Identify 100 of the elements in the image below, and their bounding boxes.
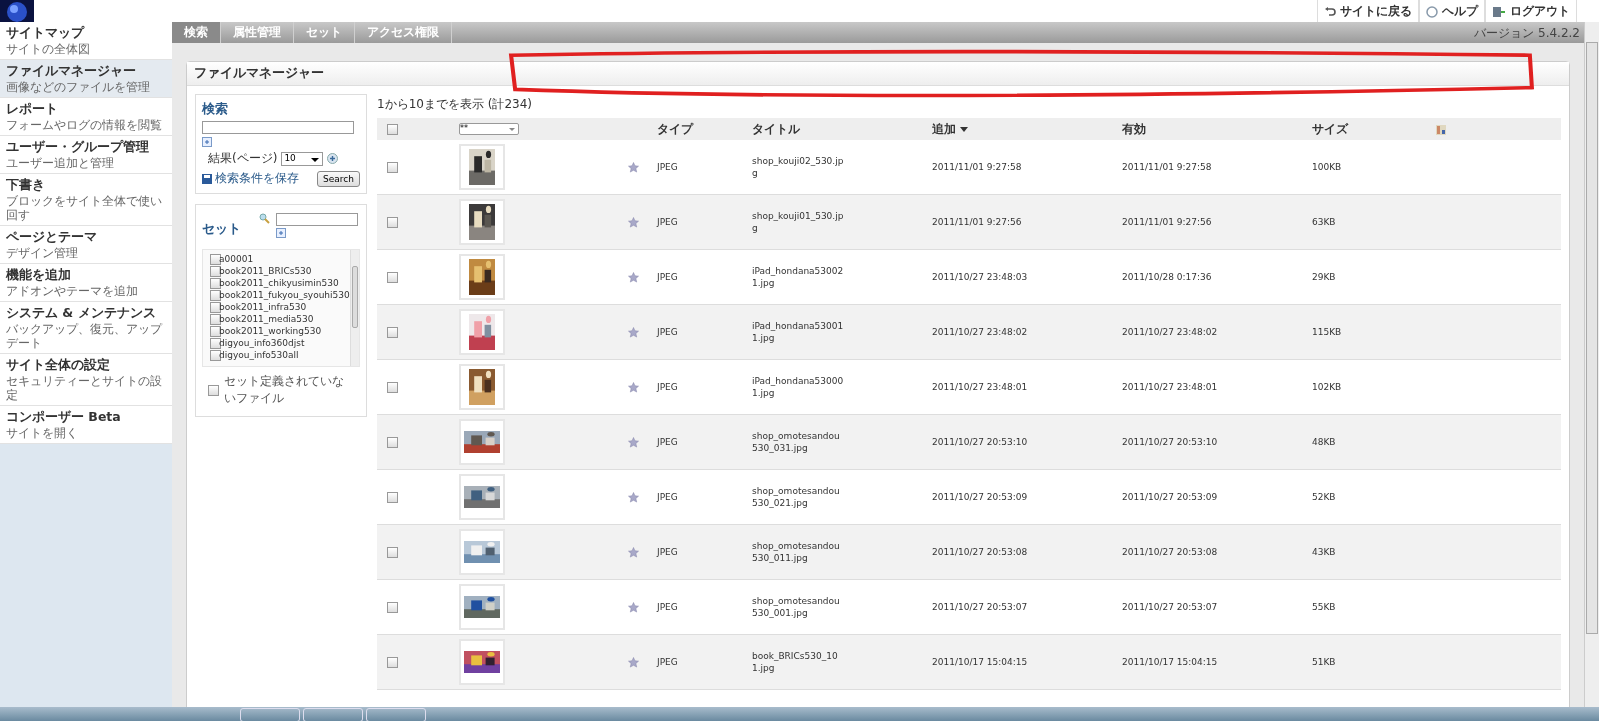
table-cell: JPEG bbox=[657, 437, 678, 447]
search-button[interactable]: Search bbox=[317, 170, 360, 187]
sidebar-item[interactable]: ユーザー・グループ管理 ユーザー追加と管理 bbox=[0, 136, 172, 174]
sidebar-item[interactable]: システム & メンテナンス バックアップ、復元、アップデート bbox=[0, 302, 172, 354]
filter-select[interactable]: ** bbox=[459, 123, 519, 135]
result-summary: 1から10までを表示 (計234) bbox=[377, 96, 533, 113]
table-cell-text: shop_omotesandou530_031.jpg bbox=[752, 430, 841, 454]
column-header[interactable]: タイトル bbox=[752, 120, 800, 138]
add-icon[interactable] bbox=[327, 153, 339, 164]
checkbox[interactable] bbox=[387, 546, 398, 558]
set-name: book2011_media530 bbox=[219, 314, 314, 324]
checkbox[interactable] bbox=[387, 326, 398, 338]
table-cell: 29KB bbox=[1312, 272, 1336, 282]
table-cell: 2011/10/27 20:53:08 bbox=[1122, 547, 1218, 557]
star-icon[interactable] bbox=[628, 161, 639, 173]
table-cell: shop_kouji02_530.jpg bbox=[752, 155, 844, 179]
sidebar-item[interactable]: サイトマップ サイトの全体図 bbox=[0, 22, 172, 60]
set-name: book2011_BRICs530 bbox=[219, 266, 312, 276]
sidebar-item[interactable]: レポート フォームやログの情報を閲覧 bbox=[0, 98, 172, 136]
star-icon[interactable] bbox=[628, 381, 639, 393]
add-field-icon[interactable] bbox=[202, 137, 212, 147]
star-icon[interactable] bbox=[628, 601, 639, 613]
column-header[interactable]: タイプ bbox=[657, 120, 693, 138]
table-cell: 2011/10/27 23:48:03 bbox=[932, 272, 1028, 282]
table-cell: 2011/11/01 9:27:56 bbox=[932, 217, 1022, 227]
select-all-checkbox[interactable] bbox=[387, 123, 398, 135]
add-field-icon[interactable] bbox=[276, 228, 286, 238]
sets-filter-field[interactable] bbox=[276, 213, 358, 226]
sidebar-item[interactable]: 機能を追加 アドオンやテーマを追加 bbox=[0, 264, 172, 302]
set-name: book2011_fukyou_syouhi530 bbox=[219, 290, 350, 300]
search-icon bbox=[259, 213, 270, 224]
checkbox[interactable] bbox=[387, 436, 398, 448]
checkbox[interactable] bbox=[387, 656, 398, 668]
table-cell: JPEG bbox=[657, 602, 678, 612]
table-cell: 2011/10/27 20:53:10 bbox=[1122, 437, 1218, 447]
checkbox[interactable] bbox=[387, 216, 398, 228]
per-page-select[interactable]: 10 bbox=[281, 151, 324, 166]
checkbox[interactable] bbox=[210, 253, 221, 265]
unassigned-label: セット定義されていないファイル bbox=[224, 373, 345, 407]
table-cell: 2011/11/01 9:27:58 bbox=[1122, 162, 1212, 172]
scrollbar[interactable] bbox=[349, 250, 359, 366]
checkbox[interactable] bbox=[387, 491, 398, 503]
table-cell: JPEG bbox=[657, 217, 678, 227]
set-name: book2011_working530 bbox=[219, 326, 322, 336]
checkbox[interactable] bbox=[210, 325, 221, 337]
taskbar-button[interactable] bbox=[303, 708, 363, 721]
table-cell: iPad_hondana530021.jpg bbox=[752, 265, 844, 289]
checkbox[interactable] bbox=[210, 313, 221, 325]
search-field[interactable] bbox=[202, 121, 354, 134]
header-link[interactable]: ヘルプ bbox=[1419, 0, 1485, 23]
star-icon[interactable] bbox=[628, 271, 639, 283]
header-link[interactable]: ログアウト bbox=[1485, 0, 1577, 23]
checkbox[interactable] bbox=[210, 349, 221, 361]
table-cell: 52KB bbox=[1312, 492, 1336, 502]
checkbox[interactable] bbox=[387, 381, 398, 393]
table-cell: 2011/10/27 20:53:09 bbox=[1122, 492, 1218, 502]
table-cell: 100KB bbox=[1312, 162, 1342, 172]
checkbox[interactable] bbox=[387, 601, 398, 613]
set-name: digyou_info360djst bbox=[219, 338, 305, 348]
table-cell: JPEG bbox=[657, 547, 678, 557]
star-icon[interactable] bbox=[628, 546, 639, 558]
table-cell: JPEG bbox=[657, 382, 678, 392]
checkbox[interactable] bbox=[208, 384, 219, 396]
checkbox[interactable] bbox=[210, 289, 221, 301]
sidebar-item[interactable]: コンポーザー Beta サイトを開く bbox=[0, 406, 172, 444]
sidebar-item[interactable]: ページとテーマ デザイン管理 bbox=[0, 226, 172, 264]
checkbox[interactable] bbox=[210, 301, 221, 313]
checkbox[interactable] bbox=[387, 161, 398, 173]
return-arrow-icon bbox=[1324, 5, 1336, 18]
star-icon[interactable] bbox=[628, 216, 639, 228]
sort-down-icon bbox=[960, 126, 968, 132]
checkbox[interactable] bbox=[210, 277, 221, 289]
version-text: バージョン 5.4.2.2 bbox=[1474, 25, 1580, 42]
star-icon[interactable] bbox=[628, 436, 639, 448]
column-header[interactable]: サイズ bbox=[1312, 120, 1348, 138]
table-cell: iPad_hondana530011.jpg bbox=[752, 320, 844, 344]
sidebar-item[interactable]: 下書き ブロックをサイト全体で使い回す bbox=[0, 174, 172, 226]
checkbox[interactable] bbox=[210, 337, 221, 349]
table-cell: 115KB bbox=[1312, 327, 1342, 337]
column-header[interactable]: 追加 bbox=[932, 120, 956, 138]
star-icon[interactable] bbox=[628, 326, 639, 338]
checkbox[interactable] bbox=[387, 271, 398, 283]
door-icon bbox=[1492, 5, 1506, 18]
header-link[interactable]: サイトに戻る bbox=[1317, 0, 1419, 23]
page-scrollbar[interactable] bbox=[1584, 22, 1599, 707]
star-icon[interactable] bbox=[628, 656, 639, 668]
table-cell: 2011/10/28 0:17:36 bbox=[1122, 272, 1212, 282]
taskbar-button[interactable] bbox=[240, 708, 300, 721]
column-header[interactable]: 有効 bbox=[1122, 120, 1146, 138]
star-icon[interactable] bbox=[628, 491, 639, 503]
save-search-link[interactable]: 検索条件を保存 bbox=[202, 170, 299, 187]
columns-icon[interactable] bbox=[1436, 124, 1446, 135]
table-cell-text: shop_omotesandou530_011.jpg bbox=[752, 540, 841, 564]
table-cell: 43KB bbox=[1312, 547, 1336, 557]
taskbar-button[interactable] bbox=[366, 708, 426, 721]
sidebar-item[interactable]: サイト全体の設定 セキュリティーとサイトの設定 bbox=[0, 354, 172, 406]
table-cell: 2011/10/27 20:53:07 bbox=[1122, 602, 1218, 612]
table-cell-text: shop_omotesandou530_001.jpg bbox=[752, 595, 841, 619]
sidebar-item[interactable]: ファイルマネージャー 画像などのファイルを管理 bbox=[0, 60, 172, 98]
checkbox[interactable] bbox=[210, 265, 221, 277]
